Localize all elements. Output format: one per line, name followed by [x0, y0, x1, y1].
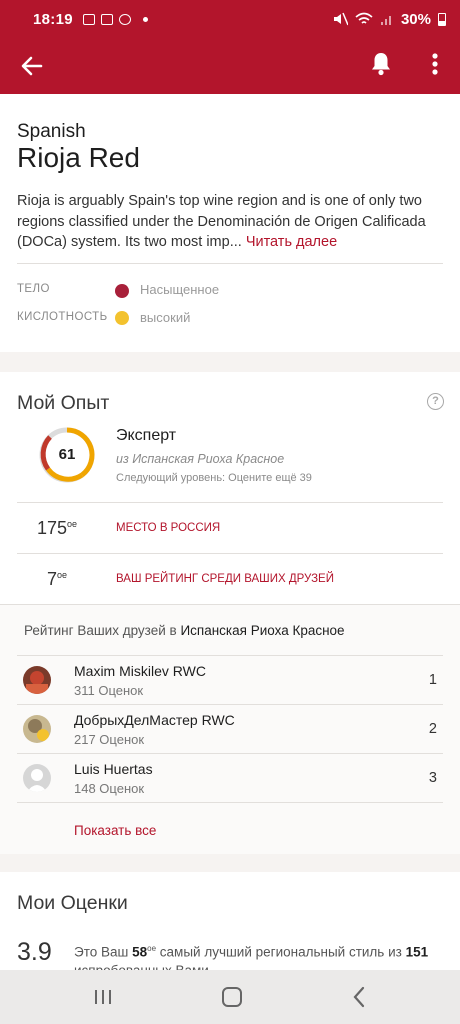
friends-title: Рейтинг Ваших друзей в Испанская Риоха К…: [24, 623, 345, 638]
help-circle-icon[interactable]: ?: [427, 393, 444, 410]
arrow-left-icon[interactable]: [18, 52, 46, 80]
more-notifications-icon: [142, 16, 148, 22]
friend-name[interactable]: Luis Huertas: [74, 761, 153, 777]
back-icon[interactable]: [352, 986, 366, 1008]
body-dot-icon: [115, 284, 129, 298]
friend-name[interactable]: Maxim Miskilev RWC: [74, 663, 206, 679]
gallery-icon: [82, 13, 95, 25]
friend-name[interactable]: ДобрыхДелМастер RWC: [74, 712, 235, 728]
divider: [17, 802, 443, 803]
system-nav-bar: [0, 970, 460, 1024]
show-all-link[interactable]: Показать все: [74, 823, 156, 838]
level-from: из Испанская Риоха Красное: [116, 452, 285, 466]
status-bar: 18:19 30%: [0, 0, 460, 38]
wine-description: Rioja is arguably Spain's top wine regio…: [17, 193, 426, 250]
wifi-icon: [355, 12, 373, 24]
more-vertical-icon[interactable]: [424, 50, 446, 78]
trait-label-body: ТЕЛО: [17, 283, 50, 295]
instagram-icon: [100, 13, 113, 25]
wine-name: Rioja Red: [17, 142, 140, 173]
bell-icon[interactable]: [368, 50, 394, 78]
signal-icon: [380, 16, 391, 25]
friend-row[interactable]: Maxim Miskilev RWC 311 Оценок 1: [17, 655, 443, 704]
friends-ranking: Рейтинг Ваших друзей в Испанская Риоха К…: [0, 604, 460, 854]
trait-value-body: Насыщенное: [140, 282, 220, 297]
rank-friends-number: 7ое: [46, 569, 68, 589]
friend-row[interactable]: Luis Huertas 148 Оценок 3: [17, 753, 443, 802]
mute-icon: [333, 12, 348, 26]
friend-ratings-count: 148 Оценок: [74, 781, 145, 796]
avatar[interactable]: [23, 666, 51, 694]
status-time: 18:19: [33, 10, 73, 28]
wine-origin: Spanish: [17, 121, 86, 142]
experience-card: Мой Опыт ? 61 Эксперт из Испанская Риоха…: [0, 372, 460, 854]
recents-icon[interactable]: [93, 988, 113, 1006]
trait-label-acidity: КИСЛОТНОСТЬ: [17, 311, 108, 323]
acidity-dot-icon: [115, 311, 129, 325]
battery-percent: 30%: [400, 10, 431, 28]
avatar[interactable]: [23, 715, 51, 743]
home-icon[interactable]: [222, 987, 242, 1007]
divider: [17, 553, 443, 554]
trait-value-acidity: высокий: [140, 310, 191, 325]
friend-rank: 1: [428, 672, 437, 688]
friend-rank: 2: [428, 721, 437, 737]
my-score: 3.9: [17, 938, 52, 966]
friend-ratings-count: 217 Оценок: [74, 732, 145, 747]
experience-title: Мой Опыт: [17, 392, 110, 414]
divider: [17, 502, 443, 503]
friend-row[interactable]: ДобрыхДелМастер RWC 217 Оценок 2: [17, 704, 443, 753]
app-bar: [0, 38, 460, 94]
level-number: 61: [58, 446, 76, 463]
friend-rank: 3: [428, 770, 437, 786]
rank-friends-link[interactable]: ВАШ РЕЙТИНГ СРЕДИ ВАШИХ ДРУЗЕЙ: [116, 573, 334, 585]
rank-country-number: 175ое: [36, 518, 78, 538]
wine-info-card: Spanish Rioja Red Rioja is arguably Spai…: [0, 94, 460, 352]
battery-icon: [438, 12, 446, 26]
level-name: Эксперт: [116, 427, 177, 444]
friend-ratings-count: 311 Оценок: [74, 683, 144, 698]
my-ratings-title: Мои Оценки: [17, 892, 128, 914]
avatar[interactable]: [23, 764, 51, 792]
app-notification-icon: [118, 13, 131, 25]
rank-country-link[interactable]: МЕСТО В РОССИЯ: [116, 522, 220, 534]
read-more-link[interactable]: Читать далее: [246, 234, 337, 250]
divider: [17, 263, 443, 264]
level-next: Следующий уровень: Оцените ещё 39: [116, 472, 312, 484]
